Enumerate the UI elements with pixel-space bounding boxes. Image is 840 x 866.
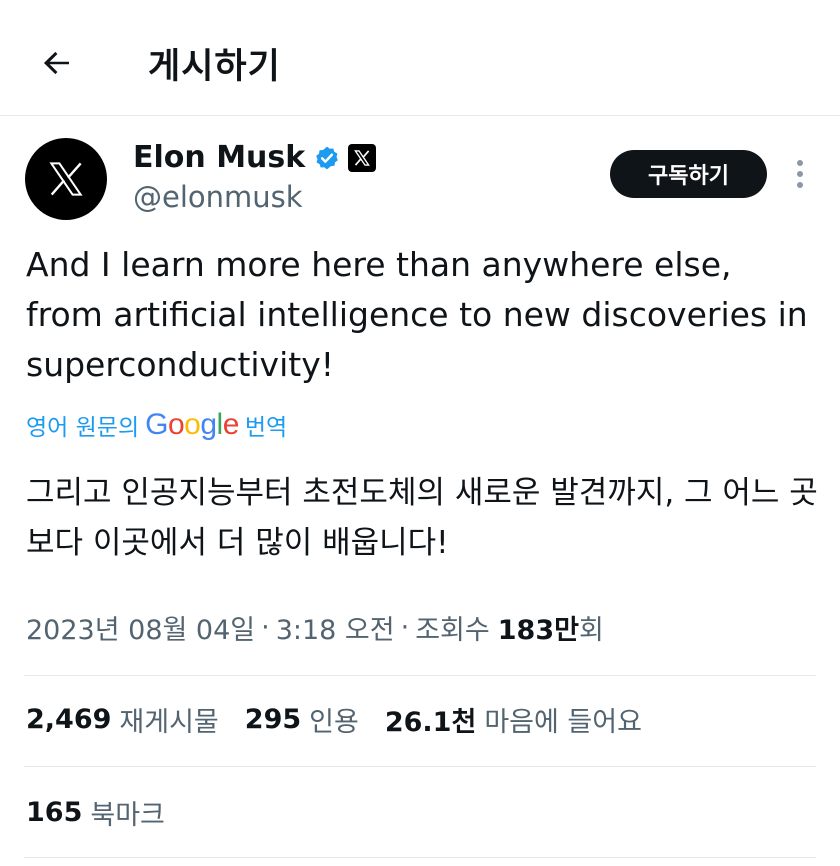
google-logo-letter: g xyxy=(200,408,217,441)
views-suffix: 회 xyxy=(578,615,604,646)
meta-separator: · xyxy=(261,612,270,643)
tweet-text: And I learn more here than anywhere else… xyxy=(26,245,808,384)
verified-badge-icon[interactable] xyxy=(314,145,340,171)
author-avatar[interactable] xyxy=(25,138,107,220)
meta-divider xyxy=(24,675,816,676)
translation-suffix: 번역 xyxy=(244,415,288,441)
translation-prefix: 영어 원문의 xyxy=(26,415,140,441)
quotes-count[interactable]: 295 xyxy=(245,704,301,735)
arrow-left-icon xyxy=(43,51,69,75)
google-logo-letter: o xyxy=(184,408,201,441)
page-title: 게시하기 xyxy=(148,47,281,87)
x-affiliation-icon[interactable] xyxy=(348,143,377,172)
x-logo-icon xyxy=(49,162,83,196)
author-name[interactable]: Elon Musk xyxy=(133,140,305,175)
meta-separator: · xyxy=(400,612,410,643)
translate-by-google-link[interactable]: 영어 원문의 Google 번역 xyxy=(26,408,287,442)
google-logo-letter: G xyxy=(145,408,168,441)
bookmarks-count: 165 xyxy=(26,797,83,828)
bookmarks-label: 북마크 xyxy=(90,800,165,831)
tweet-meta: 2023년 08월 04일 · 3:18 오전 · 조회수 183만 회 xyxy=(26,608,604,647)
quotes-label[interactable]: 인용 xyxy=(309,700,359,739)
translated-text: 그리고 인공지능부터 초전도체의 새로운 발견까지, 그 어느 곳보다 이곳에서… xyxy=(26,475,818,561)
engagement-stats: 2,469 재게시물 295 인용 26.1천 마음에 들어요 xyxy=(26,700,668,739)
google-logo-letter: o xyxy=(167,408,185,441)
tweet-date[interactable]: 2023년 08월 04일 xyxy=(26,608,255,647)
author-name-row: Elon Musk xyxy=(133,140,377,175)
more-vertical-icon[interactable] xyxy=(788,156,812,192)
views-count: 183만 xyxy=(497,615,579,646)
top-bar: 게시하기 xyxy=(0,0,840,116)
bookmarks-divider xyxy=(24,857,816,858)
subscribe-button[interactable]: 구독하기 xyxy=(610,150,767,198)
reposts-label[interactable]: 재게시물 xyxy=(119,700,218,739)
author-handle[interactable]: @elonmusk xyxy=(133,180,303,214)
google-logo-letter: e xyxy=(222,408,240,441)
back-button[interactable] xyxy=(36,42,78,84)
likes-count[interactable]: 26.1천 xyxy=(385,700,476,739)
google-logo: Google xyxy=(145,408,239,442)
reposts-count[interactable]: 2,469 xyxy=(26,704,111,735)
stats-divider xyxy=(24,766,816,767)
tweet-time[interactable]: 3:18 오전 xyxy=(276,608,395,647)
likes-label[interactable]: 마음에 들어요 xyxy=(484,700,642,739)
bookmarks-stat[interactable]: 165 북마크 xyxy=(26,793,165,832)
header-divider xyxy=(0,115,840,116)
views-label: 조회수 xyxy=(415,615,490,646)
